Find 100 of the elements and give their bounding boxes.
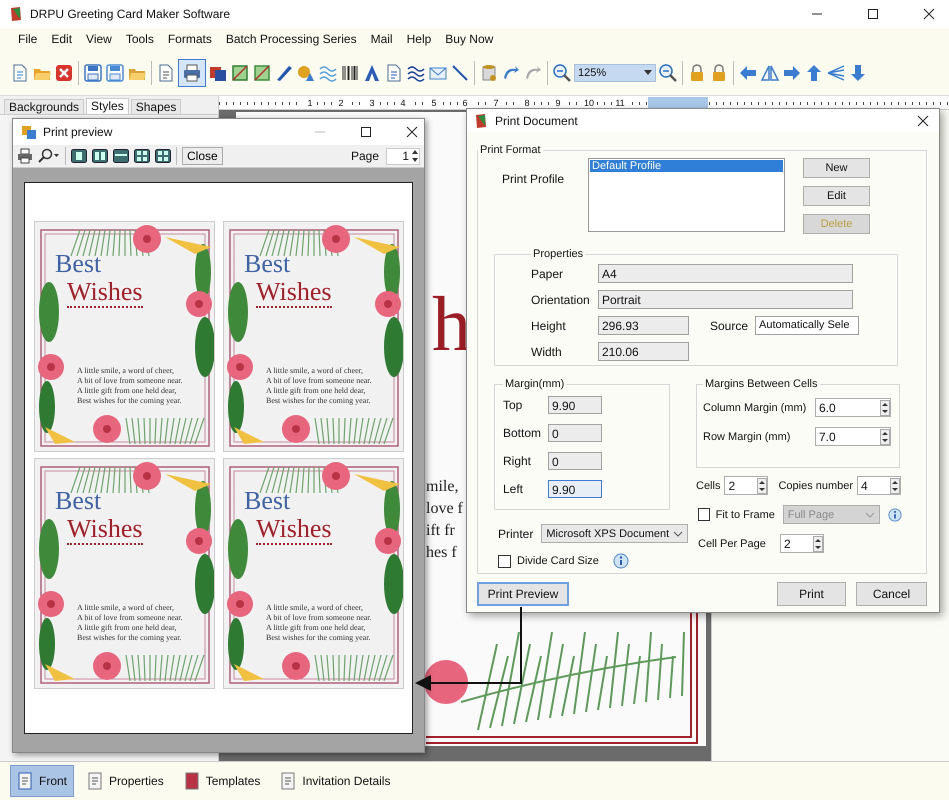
poem-line: Best wishes for the coming year. bbox=[266, 633, 370, 643]
print-preview-button[interactable]: Print Preview bbox=[477, 582, 569, 606]
menu-item[interactable]: Help bbox=[400, 30, 438, 48]
dialog-button[interactable]: Cancel bbox=[856, 582, 927, 606]
poem-line: A bit of love from someone near. bbox=[77, 376, 183, 386]
field-label: Bottom bbox=[503, 426, 542, 440]
spin-arrows-icon bbox=[411, 148, 419, 164]
cell-per-page-spinner[interactable]: 2 bbox=[780, 534, 824, 553]
checkbox[interactable] bbox=[698, 508, 710, 521]
width-field[interactable]: 210.06 bbox=[598, 342, 689, 361]
card-text: hes f bbox=[426, 543, 457, 563]
view-tab[interactable]: Templates bbox=[176, 765, 268, 797]
field-label: Width bbox=[531, 344, 563, 358]
profile-button[interactable]: Edit bbox=[803, 186, 870, 206]
row-margin-spinner[interactable]: 7.0 bbox=[815, 427, 891, 446]
menu-item[interactable]: Tools bbox=[120, 30, 160, 48]
maximize-icon[interactable] bbox=[867, 8, 879, 20]
zoom-dropdown[interactable]: 125% bbox=[574, 64, 656, 82]
paper-field[interactable]: A4 bbox=[598, 264, 853, 283]
zoom-icon[interactable] bbox=[38, 148, 60, 164]
dialog-title: Print Document bbox=[495, 114, 578, 128]
maximize-icon[interactable] bbox=[360, 126, 372, 138]
menu-item[interactable]: Formats bbox=[162, 30, 218, 48]
page-label: Page bbox=[350, 149, 379, 163]
view-tab[interactable]: Invitation Details bbox=[273, 765, 398, 797]
checkbox[interactable] bbox=[498, 554, 511, 568]
poem-line: A little smile, a word of cheer, bbox=[77, 366, 174, 376]
poem-line: A bit of love from someone near. bbox=[266, 376, 372, 386]
zoom-out-icon[interactable] bbox=[658, 62, 678, 82]
spin-arrows-icon bbox=[813, 536, 823, 552]
spin-arrows-icon bbox=[880, 428, 890, 444]
profile-list[interactable]: Default Profile bbox=[588, 158, 785, 232]
printer-dropdown[interactable]: Microsoft XPS Document bbox=[541, 524, 688, 543]
preview-window-icon bbox=[21, 124, 37, 140]
margin-field[interactable]: 0 bbox=[548, 424, 602, 442]
copies-spinner[interactable]: 4 bbox=[857, 476, 902, 495]
fan-lines-icon[interactable] bbox=[826, 62, 846, 82]
menu-item[interactable]: View bbox=[80, 30, 118, 48]
field-label: Cells bbox=[696, 480, 720, 492]
zoom-in-icon[interactable] bbox=[552, 62, 572, 82]
triangle-icon[interactable] bbox=[362, 62, 382, 82]
field-label: Left bbox=[503, 482, 524, 496]
page-layout-icon[interactable] bbox=[134, 149, 150, 163]
menu-item[interactable]: Mail bbox=[364, 30, 399, 48]
close-icon[interactable] bbox=[917, 114, 929, 126]
spin-arrows-icon bbox=[757, 478, 768, 494]
height-field[interactable]: 296.93 bbox=[598, 316, 689, 335]
chevron-down-icon bbox=[673, 530, 684, 536]
info-icon[interactable] bbox=[888, 506, 902, 522]
info-icon[interactable] bbox=[612, 553, 629, 569]
group-legend: Print Format bbox=[478, 144, 543, 156]
margin-field[interactable]: 9.90 bbox=[548, 480, 602, 498]
close-button[interactable]: Close bbox=[182, 147, 223, 165]
view-tab[interactable]: Front bbox=[10, 765, 74, 797]
save-icon[interactable] bbox=[83, 62, 103, 82]
group-legend: Margins Between Cells bbox=[703, 378, 820, 390]
poem-line: A bit of love from someone near. bbox=[77, 613, 183, 623]
print-button[interactable] bbox=[178, 58, 206, 86]
printer-icon[interactable] bbox=[17, 148, 33, 164]
menu-item[interactable]: Batch Processing Series bbox=[220, 30, 363, 48]
line-icon[interactable] bbox=[450, 62, 470, 82]
page-spinner[interactable]: 1 bbox=[386, 148, 420, 164]
caret-icon bbox=[644, 70, 652, 75]
page-layout-icon[interactable] bbox=[71, 149, 87, 163]
menu-item[interactable]: Edit bbox=[45, 30, 78, 48]
save-as-icon[interactable] bbox=[105, 62, 125, 82]
menu-item[interactable]: Buy Now bbox=[439, 30, 500, 48]
checkbox-label: Divide Card Size bbox=[517, 555, 599, 567]
printer-icon bbox=[182, 62, 202, 82]
page-layout-icon[interactable] bbox=[92, 149, 108, 163]
margin-field[interactable]: 0 bbox=[548, 452, 602, 470]
field-label: Column Margin (mm) bbox=[703, 402, 808, 414]
document-icon bbox=[87, 772, 104, 790]
page-layout-icon[interactable] bbox=[155, 149, 171, 163]
card-title: Wishes bbox=[67, 278, 142, 308]
ruler: 1 2 3 4 5 6 7 8 9 10 11 bbox=[219, 96, 949, 110]
spin-arrows-icon bbox=[880, 400, 890, 416]
margin-field[interactable]: 9.90 bbox=[548, 396, 602, 414]
close-icon[interactable] bbox=[923, 8, 935, 20]
profile-button[interactable]: New bbox=[803, 158, 870, 178]
cells-spinner[interactable]: 2 bbox=[724, 476, 768, 495]
view-tab[interactable]: Properties bbox=[80, 765, 171, 797]
poem-line: A little gift from one held dear, bbox=[77, 623, 176, 633]
field-label: Right bbox=[503, 454, 532, 468]
list-item[interactable]: Default Profile bbox=[590, 160, 783, 172]
page-layout-icon[interactable] bbox=[113, 149, 129, 163]
poem-line: Best wishes for the coming year. bbox=[77, 396, 182, 406]
card-title: Best bbox=[244, 250, 290, 278]
group-legend: Margin(mm) bbox=[503, 378, 566, 390]
panel-tab[interactable]: Shapes bbox=[130, 99, 182, 114]
field-label: Cell Per Page bbox=[698, 538, 767, 550]
column-margin-spinner[interactable]: 6.0 bbox=[815, 398, 891, 417]
orientation-field[interactable]: Portrait bbox=[598, 290, 853, 309]
window-title: Print preview bbox=[43, 125, 112, 139]
panel-tab[interactable]: Styles bbox=[86, 98, 129, 114]
dialog-button[interactable]: Print bbox=[777, 582, 846, 606]
close-icon[interactable] bbox=[406, 126, 418, 138]
source-field[interactable]: Automatically Sele bbox=[755, 316, 859, 335]
panel-tab[interactable]: Backgrounds bbox=[4, 99, 84, 114]
menu-item[interactable]: File bbox=[12, 30, 44, 48]
